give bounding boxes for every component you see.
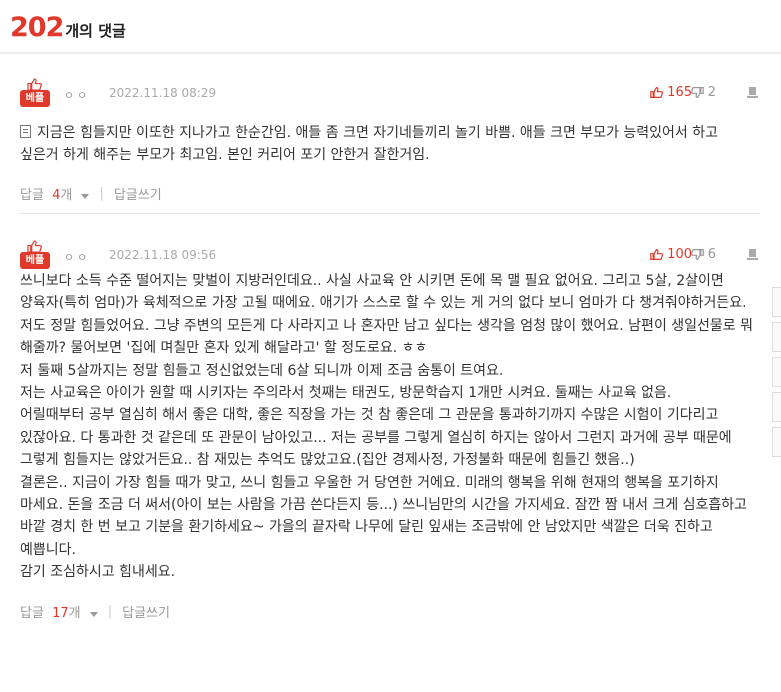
dislike-button[interactable]: 6 bbox=[690, 247, 716, 262]
comment-actions: 답글 4개 | 답글쓰기 bbox=[20, 184, 760, 203]
comment-author[interactable]: ㅇㅇ bbox=[64, 249, 90, 265]
comment-body: 쓰니보다 소득 수준 떨어지는 맞벌이 지방러인데요.. 사실 사교육 안 시키… bbox=[20, 270, 760, 584]
action-separator: | bbox=[99, 185, 104, 201]
side-floating-button[interactable] bbox=[772, 287, 781, 317]
comment-paragraph: 저는 사교육은 아이가 원할 때 시키자는 주의라서 첫째는 태권도, 방문학습… bbox=[20, 385, 672, 402]
side-floating-button[interactable] bbox=[772, 322, 781, 352]
write-reply-button[interactable]: 답글쓰기 bbox=[114, 184, 162, 203]
comment-meta: 베플 ㅇㅇ 2022.11.18 08:29 165 2 bbox=[20, 78, 760, 112]
dislike-button[interactable]: 2 bbox=[690, 85, 716, 100]
side-floating-button[interactable] bbox=[772, 427, 781, 457]
side-floating-button[interactable] bbox=[772, 392, 781, 422]
comment-text: 지금은 힘들지만 이또한 지나가고 한순간임. 애들 좀 크면 자기네들끼리 놀… bbox=[20, 125, 719, 164]
comment-date: 2022.11.18 09:56 bbox=[109, 248, 217, 262]
comment-paragraph: 어릴때부터 공부 열심히 해서 좋은 대학, 좋은 직장을 가는 것 참 좋은데… bbox=[20, 407, 732, 469]
reply-unit: 개 bbox=[60, 187, 73, 203]
side-floating-button[interactable] bbox=[772, 357, 781, 387]
comment-author[interactable]: ㅇㅇ bbox=[64, 87, 90, 103]
comment-body: 지금은 힘들지만 이또한 지나가고 한순간임. 애들 좀 크면 자기네들끼리 놀… bbox=[20, 122, 760, 167]
report-icon[interactable] bbox=[747, 248, 758, 261]
best-label: 베플 bbox=[20, 252, 50, 269]
comment-date: 2022.11.18 08:29 bbox=[109, 86, 217, 100]
comment-item: 베플 ㅇㅇ 2022.11.18 09:56 100 6 쓰니보다 소득 수준 … bbox=[20, 240, 760, 621]
thumbs-down-icon bbox=[690, 249, 704, 260]
comment-paragraph: 저 둘째 5살까지는 정말 힘들고 정신없었는데 6살 되니까 이제 조금 숨통… bbox=[20, 362, 504, 379]
reply-label: 답글 bbox=[20, 187, 44, 203]
like-button[interactable]: 165 bbox=[650, 85, 692, 100]
report-icon[interactable] bbox=[747, 86, 758, 99]
like-button[interactable]: 100 bbox=[650, 247, 692, 262]
comments-header: 202 개의 댓글 bbox=[10, 12, 126, 43]
write-reply-button[interactable]: 답글쓰기 bbox=[122, 602, 170, 621]
reply-count: 17 bbox=[52, 605, 69, 621]
comment-paragraph: 감기 조심하시고 힘내세요. bbox=[20, 564, 176, 581]
like-count: 100 bbox=[667, 247, 692, 262]
best-label: 베플 bbox=[20, 90, 50, 107]
dislike-count: 6 bbox=[707, 247, 716, 262]
reply-toggle[interactable]: 답글 17개 bbox=[20, 602, 98, 621]
comment-paragraph: 쓰니보다 소득 수준 떨어지는 맞벌이 지방러인데요.. 사실 사교육 안 시키… bbox=[20, 273, 747, 312]
comment-count: 202 bbox=[10, 12, 64, 43]
comment-paragraph: 결론은.. 지금이 가장 힘들 때가 맞고, 쓰니 힘들고 우울한 거 당연한 … bbox=[20, 474, 748, 558]
action-separator: | bbox=[107, 603, 113, 619]
like-count: 165 bbox=[667, 85, 692, 100]
comment-count-label: 개의 댓글 bbox=[65, 22, 126, 40]
comment-item: 베플 ㅇㅇ 2022.11.18 08:29 165 2 지금은 힘들지만 이또… bbox=[20, 78, 760, 203]
chevron-down-icon bbox=[89, 611, 98, 617]
best-comment-badge: 베플 bbox=[20, 78, 50, 110]
thumbs-up-icon bbox=[650, 87, 664, 98]
comment-actions: 답글 17개 | 답글쓰기 bbox=[20, 602, 760, 621]
dislike-count: 2 bbox=[707, 85, 716, 100]
header-divider bbox=[0, 52, 781, 54]
best-comment-badge: 베플 bbox=[20, 240, 50, 272]
thumbs-up-icon bbox=[650, 249, 664, 260]
reply-toggle[interactable]: 답글 4개 bbox=[20, 184, 90, 203]
reply-unit: 개 bbox=[68, 605, 81, 621]
comment-meta: 베플 ㅇㅇ 2022.11.18 09:56 100 6 bbox=[20, 240, 760, 274]
document-icon bbox=[20, 125, 31, 138]
reply-label: 답글 bbox=[20, 605, 44, 621]
comment-divider bbox=[20, 213, 760, 214]
thumbs-down-icon bbox=[690, 87, 704, 98]
chevron-down-icon bbox=[81, 193, 90, 199]
comment-paragraph: 저도 정말 힘들었어요. 그냥 주변의 모든게 다 사라지고 나 혼자만 남고 … bbox=[20, 317, 754, 357]
